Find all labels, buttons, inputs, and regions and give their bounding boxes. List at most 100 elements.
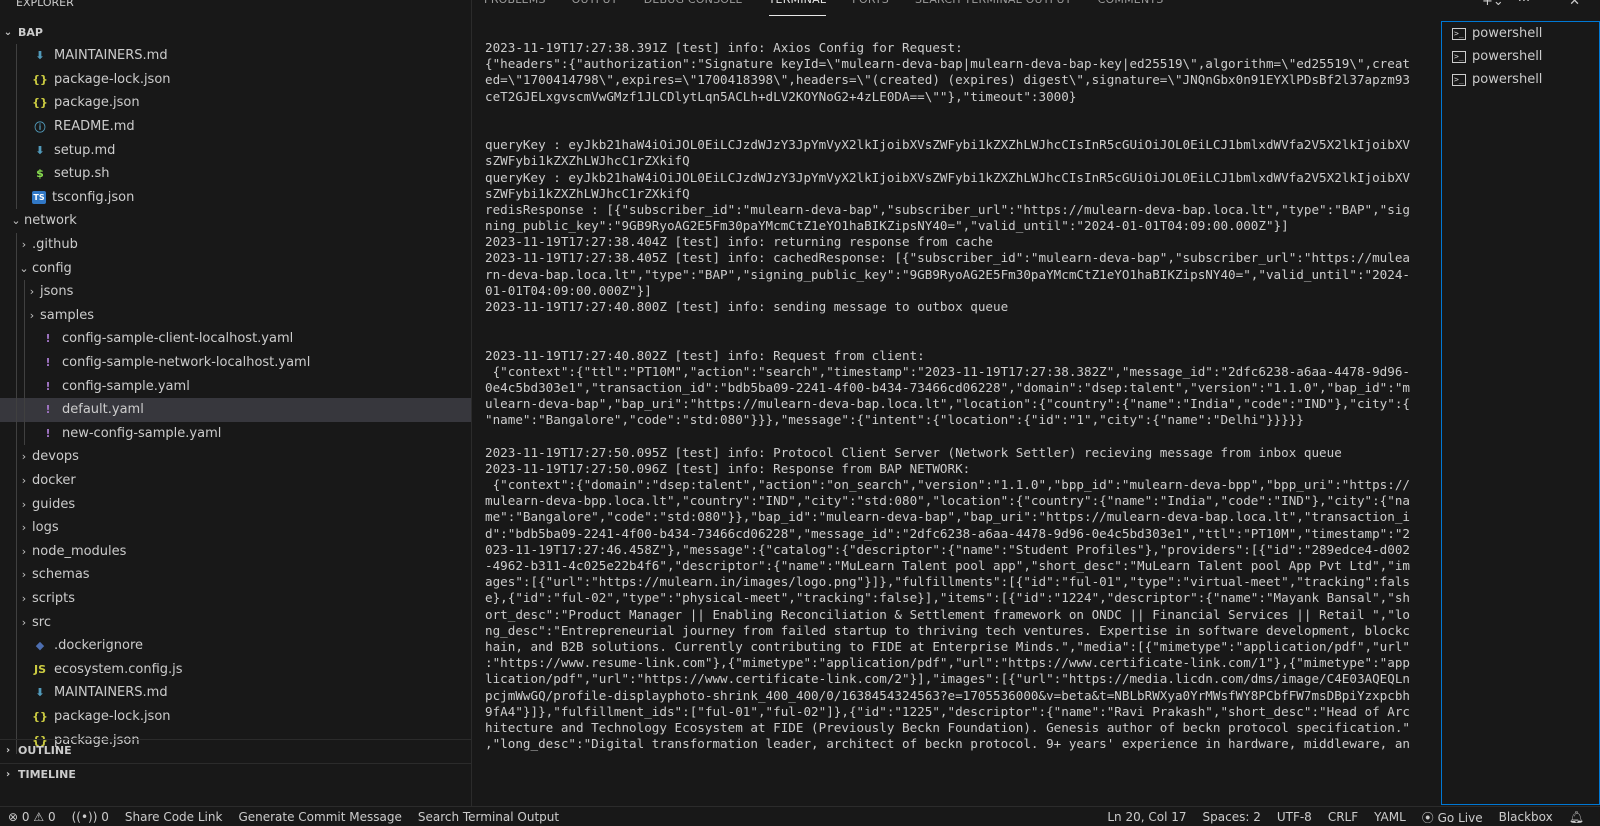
generate-commit-message-button[interactable]: Generate Commit Message — [230, 810, 409, 824]
chevron-right-icon: › — [21, 497, 27, 511]
tree-file[interactable]: {} package-lock.json — [0, 704, 471, 729]
terminal-instance[interactable]: >_ powershell — [1442, 68, 1599, 91]
share-code-link-button[interactable]: Share Code Link — [117, 810, 231, 824]
tree-file[interactable]: ! config-sample.yaml — [0, 374, 471, 398]
chevron-up-icon[interactable]: ⌃ — [1544, 0, 1555, 9]
tree-file[interactable]: $ setup.sh — [0, 161, 471, 186]
tree-file[interactable]: {} package-lock.json — [0, 67, 471, 92]
terminal-label: powershell — [1472, 26, 1543, 41]
tab-search-terminal-output[interactable]: SEARCH TERMINAL OUTPUT — [915, 0, 1072, 11]
javascript-file-icon: JS — [33, 662, 46, 676]
tree-file[interactable]: ! config-sample-client-localhost.yaml — [0, 327, 471, 351]
status-right: Ln 20, Col 17 Spaces: 2 UTF-8 CRLF YAML … — [1099, 807, 1592, 826]
tree-item-label: package-lock.json — [54, 71, 171, 87]
terminal-line: ort_desc":"Product Manager || Enabling R… — [485, 606, 1411, 622]
terminal-line: ulearn-deva-bap","bap_uri":"https://mule… — [485, 396, 1411, 412]
terminal-instance[interactable]: >_ powershell — [1442, 22, 1599, 45]
chevron-right-icon: › — [21, 615, 27, 629]
terminal-instance[interactable]: >_ powershell — [1442, 45, 1599, 68]
chevron-right-icon: › — [29, 285, 35, 299]
indent-guide — [16, 681, 17, 705]
tree-file[interactable]: ◆ .dockerignore — [0, 633, 471, 658]
tree-item-label: jsons — [40, 284, 74, 300]
tree-file[interactable]: JS ecosystem.config.js — [0, 657, 471, 682]
tree-folder[interactable]: ⌄ network — [0, 209, 471, 233]
chevron-right-icon: › — [21, 568, 27, 582]
search-terminal-output-button[interactable]: Search Terminal Output — [410, 810, 567, 824]
tab-output[interactable]: OUTPUT — [572, 0, 618, 11]
more-actions-icon[interactable]: ··· — [435, 0, 451, 8]
terminal-output[interactable]: 2023-11-19T17:27:38.391Z [test] info: Ax… — [485, 40, 1429, 806]
tree-item-label: config-sample-network-localhost.yaml — [62, 355, 311, 371]
tree-file[interactable]: ! default.yaml — [0, 397, 471, 422]
terminal-line: d":"bdb5ba09-2241-4f00-b434-73466cd06228… — [485, 525, 1411, 541]
indent-guide — [24, 327, 25, 351]
cursor-position[interactable]: Ln 20, Col 17 — [1099, 810, 1194, 824]
tree-item-label: ecosystem.config.js — [54, 661, 183, 677]
tab-comments[interactable]: COMMENTS — [1098, 0, 1164, 11]
go-live-button[interactable]: ⦿ Go Live — [1414, 809, 1491, 826]
chevron-right-icon: › — [21, 521, 27, 535]
terminal-line: "name":"Bangalore","code":"std:080"}}},"… — [485, 412, 1304, 428]
tree-file[interactable]: ⬇ setup.md — [0, 138, 471, 162]
chevron-down-icon: ⌄ — [3, 26, 13, 38]
tree-file[interactable]: {} package.json — [0, 91, 471, 115]
explorer-sidebar: EXPLORER ··· ⌄ BAP ⬇ MAINTAINERS.md {} pack… — [0, 0, 472, 806]
tree-folder[interactable]: › schemas — [0, 563, 471, 587]
indentation[interactable]: Spaces: 2 — [1195, 810, 1269, 824]
tree-file[interactable]: ⬇ MAINTAINERS.md — [0, 681, 471, 705]
indent-guide — [16, 610, 17, 634]
tree-folder[interactable]: › node_modules — [0, 539, 471, 564]
tree-folder[interactable]: › src — [0, 610, 471, 634]
indent-guide — [16, 114, 17, 139]
tree-folder[interactable]: › docker — [0, 468, 471, 493]
terminal-line: 9fA4"}]},"fulfillment_ids":["ful-01","fu… — [485, 703, 1411, 719]
tree-folder[interactable]: › scripts — [0, 586, 471, 611]
chevron-right-icon: › — [21, 473, 27, 487]
more-actions-icon[interactable]: ··· — [1518, 0, 1530, 9]
bell-icon[interactable]: 🔔︎ — [1561, 810, 1592, 824]
language-mode[interactable]: YAML — [1366, 810, 1414, 824]
indent-guide — [16, 138, 17, 162]
error-count: 0 — [21, 809, 30, 824]
tree-folder[interactable]: › logs — [0, 515, 471, 540]
end-of-line[interactable]: CRLF — [1320, 810, 1366, 824]
tree-item-label: default.yaml — [62, 402, 144, 418]
tree-item-label: package-lock.json — [54, 708, 171, 724]
indent-guide — [24, 279, 25, 304]
tree-file[interactable]: ⓘ README.md — [0, 114, 471, 139]
problems-status[interactable]: ⊗ 0 ⚠ 0 — [0, 810, 64, 824]
tree-file[interactable]: TS tsconfig.json — [0, 185, 471, 210]
outline-section[interactable]: › OUTLINE — [0, 739, 471, 761]
new-terminal-icon[interactable]: +⌄ — [1482, 0, 1504, 9]
timeline-section[interactable]: › TIMELINE — [0, 763, 471, 785]
file-tree: ⬇ MAINTAINERS.md {} package-lock.json {} pack… — [0, 44, 471, 754]
tree-folder[interactable]: ⌄ config — [0, 256, 471, 280]
tab-debug-console[interactable]: DEBUG CONSOLE — [644, 0, 743, 11]
tab-terminal[interactable]: TERMINAL — [768, 0, 827, 16]
tree-folder[interactable]: › .github — [0, 232, 471, 257]
encoding[interactable]: UTF-8 — [1269, 810, 1320, 824]
workspace-root-header[interactable]: ⌄ BAP — [0, 21, 471, 43]
tab-problems[interactable]: PROBLEMS — [484, 0, 546, 11]
tree-folder[interactable]: › samples — [0, 303, 471, 328]
tree-folder[interactable]: › jsons — [0, 279, 471, 304]
close-icon[interactable]: ✕ — [1569, 0, 1580, 9]
tab-ports[interactable]: PORTS — [852, 0, 889, 11]
terminal-line: 2023-11-19T17:27:38.404Z [test] info: re… — [485, 234, 993, 250]
tree-file[interactable]: ! config-sample-network-localhost.yaml — [0, 350, 471, 375]
tree-file[interactable]: ⬇ MAINTAINERS.md — [0, 44, 471, 68]
blackbox-button[interactable]: Blackbox — [1491, 810, 1561, 824]
indent-guide — [16, 704, 17, 729]
explorer-title: EXPLORER — [16, 0, 74, 9]
warning-count: 0 — [47, 809, 56, 824]
terminal-line: ng_desc":"Entrepreneurial journey from f… — [485, 622, 1411, 638]
tree-folder[interactable]: › guides — [0, 492, 471, 516]
tree-folder[interactable]: › devops — [0, 445, 471, 469]
tree-item-label: MAINTAINERS.md — [54, 48, 168, 64]
terminal-line: -4962-b311-4c025e22b4f6","descriptor":{"… — [485, 558, 1411, 573]
ports-status[interactable]: ((•)) 0 — [64, 810, 117, 824]
tree-file[interactable]: ! new-config-sample.yaml — [0, 421, 471, 446]
typescript-file-icon: TS — [32, 190, 46, 204]
